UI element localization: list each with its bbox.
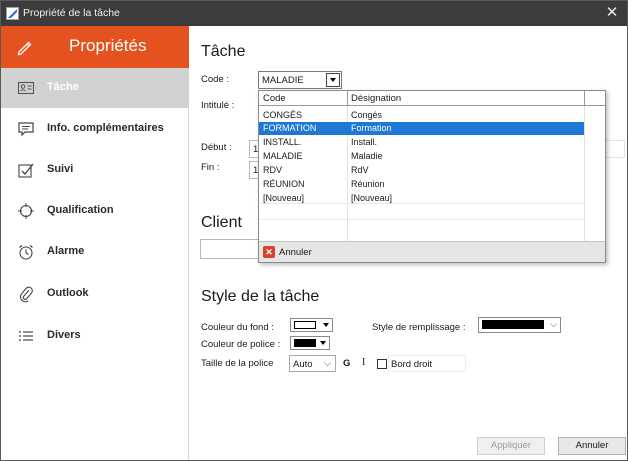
chevron-down-icon[interactable] (326, 73, 340, 87)
couleur-fond-label: Couleur du fond : (201, 322, 274, 333)
sidebar-item-qualification[interactable]: Qualification (1, 191, 189, 231)
sidebar-item-label: Qualification (47, 204, 114, 216)
code-dropdown-list: Code Désignation CONGÉS Congés FORMATION… (258, 90, 606, 263)
column-divider (584, 91, 585, 106)
item-designation: [Nouveau] (351, 193, 393, 203)
font-size-value: Auto (293, 359, 313, 370)
comment-icon (18, 122, 34, 137)
sidebar-item-outlook[interactable]: Outlook (1, 274, 189, 314)
sidebar-item-label: Suivi (47, 163, 74, 175)
dropdown-footer[interactable]: ✕ Annuler (259, 241, 605, 262)
sidebar-header-label: Propriétés (69, 36, 147, 55)
list-item[interactable]: MALADIE Maladie (259, 150, 584, 163)
task-heading: Tâche (201, 43, 246, 60)
item-designation: Maladie (351, 151, 383, 161)
debut-label: Début : (201, 142, 232, 153)
sidebar-item-divers[interactable]: Divers (1, 316, 189, 356)
alarm-clock-icon (19, 245, 33, 260)
list-item[interactable]: [Nouveau] [Nouveau] (259, 192, 584, 205)
bord-droit-checkbox[interactable] (377, 359, 387, 369)
item-designation: Formation (351, 123, 392, 133)
sidebar-item-alarme[interactable]: Alarme (1, 232, 189, 272)
code-label: Code : (201, 74, 229, 85)
caret-down-icon (320, 341, 326, 345)
item-designation: Install. (351, 137, 378, 147)
debut-extra-field[interactable] (605, 140, 625, 158)
sidebar-item-tache[interactable]: Tâche (1, 68, 189, 108)
font-color-picker[interactable] (290, 336, 330, 350)
grid-line (584, 106, 585, 241)
caret-down-icon (323, 323, 329, 327)
remplissage-label: Style de remplissage : (372, 322, 466, 333)
dropdown-header: Code Désignation (259, 91, 605, 106)
item-code: MALADIE (263, 151, 303, 161)
attachment-icon (19, 286, 33, 303)
column-header-code[interactable]: Code (263, 93, 286, 104)
window-title: Propriété de la tâche (23, 7, 120, 19)
bord-droit-frame (388, 355, 466, 372)
italic-toggle[interactable]: I (362, 357, 365, 368)
item-designation: RdV (351, 165, 369, 175)
dropdown-cancel-label[interactable]: Annuler (279, 247, 312, 258)
style-heading: Style de la tâche (201, 288, 320, 305)
sidebar-item-label: Divers (47, 329, 81, 341)
title-bar: Propriété de la tâche ✕ (1, 1, 627, 26)
list-item[interactable]: CONGÉS Congés (259, 109, 584, 122)
sidebar-item-info-complementaires[interactable]: Info. complémentaires (1, 109, 189, 149)
sidebar-item-label: Info. complémentaires (47, 122, 164, 134)
contact-card-icon (17, 81, 35, 95)
sidebar-item-label: Tâche (47, 81, 79, 93)
apply-button[interactable]: Appliquer (477, 437, 545, 455)
sidebar-header: Propriétés (1, 26, 189, 68)
target-icon (18, 203, 34, 219)
checkbox-icon (18, 163, 34, 178)
pencil-icon (17, 41, 32, 56)
item-designation: Réunion (351, 179, 385, 189)
client-heading: Client (201, 214, 242, 231)
item-code: RDV (263, 165, 283, 175)
cancel-button[interactable]: Annuler (558, 437, 626, 455)
sidebar-item-label: Outlook (47, 287, 89, 299)
chevron-down-icon: ⌵ (550, 319, 557, 329)
item-code: INSTALL. (263, 137, 302, 147)
intitule-label: Intitulé : (201, 100, 235, 111)
list-item[interactable]: RDV RdV (259, 164, 584, 177)
sidebar-item-label: Alarme (47, 245, 85, 257)
list-item[interactable]: RÉUNION Réunion (259, 178, 584, 191)
column-header-designation[interactable]: Désignation (351, 93, 401, 104)
item-code: FORMATION (263, 123, 317, 133)
list-item[interactable]: FORMATION Formation (259, 122, 584, 135)
fin-label: Fin : (201, 162, 220, 173)
item-code: RÉUNION (263, 179, 305, 189)
code-value: MALADIE (262, 75, 304, 86)
app-icon (6, 7, 19, 20)
fill-style-picker[interactable]: ⌵ (478, 317, 561, 333)
list-item[interactable]: INSTALL. Install. (259, 136, 584, 149)
column-divider (347, 91, 348, 106)
chevron-down-icon: ⌵ (324, 358, 331, 368)
close-icon[interactable]: ✕ (603, 4, 621, 22)
font-color-swatch (294, 339, 316, 347)
task-properties-window: Propriété de la tâche ✕ Propriétés Tâche (0, 0, 628, 461)
list-icon (19, 331, 33, 341)
font-size-select[interactable]: Auto ⌵ (289, 355, 336, 372)
item-code: [Nouveau] (263, 193, 305, 203)
cancel-x-icon[interactable]: ✕ (263, 246, 275, 258)
couleur-police-label: Couleur de police : (201, 339, 281, 350)
background-color-picker[interactable] (290, 318, 333, 332)
fill-style-swatch (482, 320, 544, 329)
bold-toggle[interactable]: G (343, 358, 350, 369)
taille-police-label: Taille de la police (201, 358, 274, 369)
item-designation: Congés (351, 110, 383, 120)
sidebar: Propriétés Tâche Info. complémentaires S… (1, 26, 189, 460)
client-field[interactable] (200, 239, 260, 259)
item-code: CONGÉS (263, 110, 303, 120)
code-combobox[interactable]: MALADIE (258, 71, 342, 89)
sidebar-item-suivi[interactable]: Suivi (1, 150, 189, 190)
grid-line (259, 219, 584, 220)
background-color-swatch (294, 321, 316, 329)
